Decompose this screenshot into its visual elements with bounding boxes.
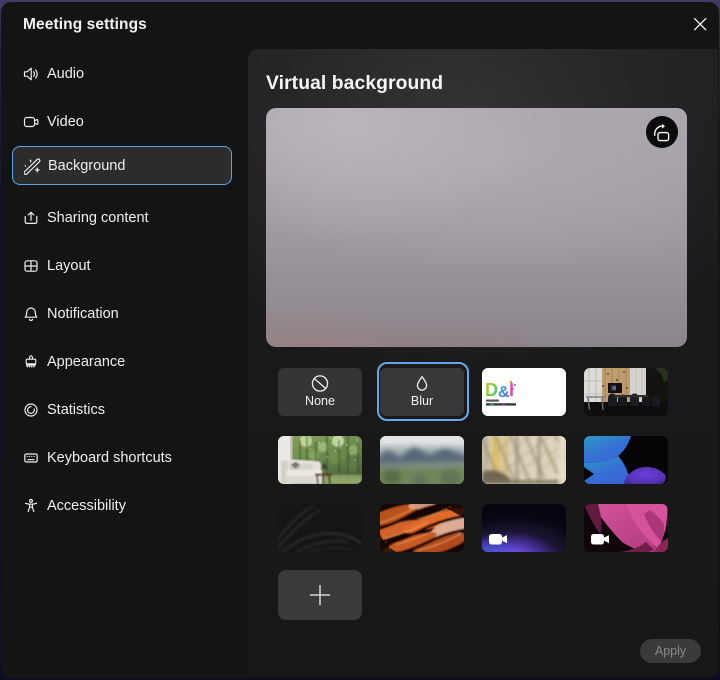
svg-text:D: D	[485, 380, 498, 400]
